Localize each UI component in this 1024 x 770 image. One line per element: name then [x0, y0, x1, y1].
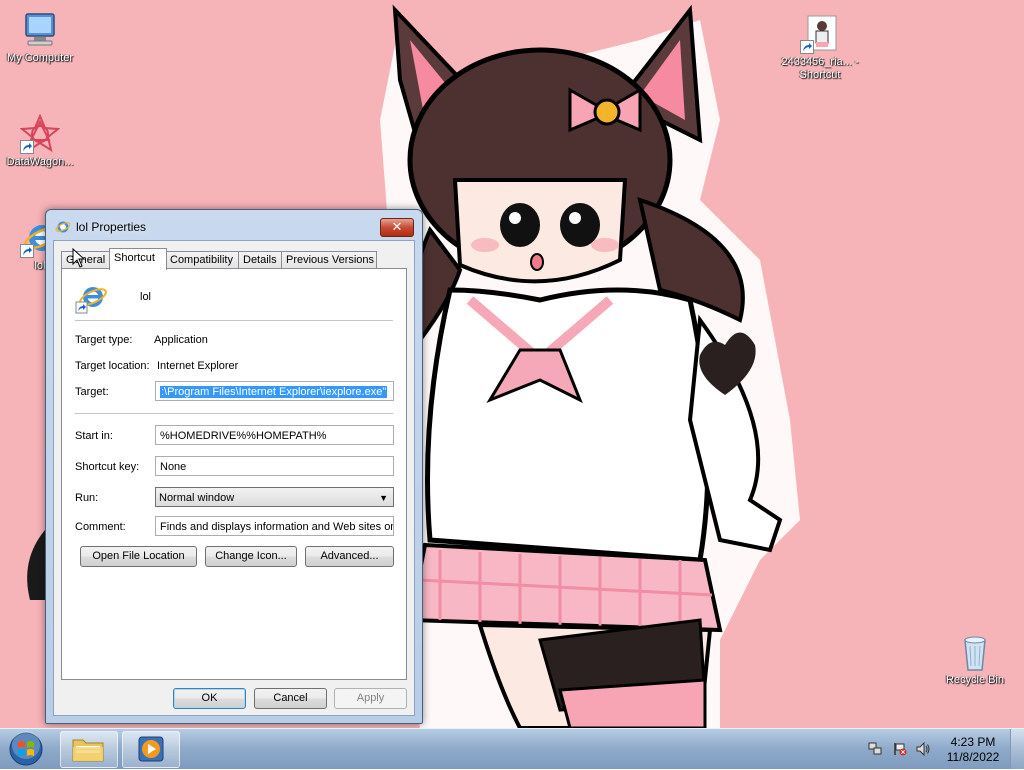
clock-date: 11/8/2022 [946, 750, 1000, 764]
action-center-flag-icon[interactable] [893, 742, 907, 756]
taskbar-explorer-button[interactable] [60, 731, 118, 768]
change-icon-button[interactable]: Change Icon... [205, 546, 297, 567]
shortcut-icon [75, 282, 107, 314]
mouse-cursor-icon [72, 248, 86, 268]
shortcut-arrow-icon [800, 40, 814, 54]
run-select[interactable]: Normal window ▼ [155, 487, 394, 507]
desktop-icon-label: DataWagon... [6, 156, 74, 168]
tab-compatibility[interactable]: Compatibility [165, 251, 240, 269]
taskbar: 4:23 PM 11/8/2022 [0, 728, 1024, 769]
shortcut-arrow-icon [20, 140, 34, 154]
shortcut-key-input[interactable]: None [155, 456, 394, 476]
ok-button[interactable]: OK [173, 688, 246, 709]
desktop-icon-datawagon[interactable]: DataWagon... [0, 113, 80, 169]
dialog-titlebar[interactable]: lol Properties ✕ [46, 210, 422, 240]
tab-previous-versions[interactable]: Previous Versions [281, 251, 377, 269]
start-in-input[interactable]: %HOMEDRIVE%%HOMEPATH% [155, 425, 394, 445]
dialog-title: lol Properties [76, 220, 147, 234]
target-location-label: Target location: [75, 360, 150, 372]
volume-icon[interactable] [916, 742, 930, 756]
desktop-icon-label: 2433456_ria... - Shortcut [781, 56, 859, 81]
image-file-icon [800, 14, 840, 54]
shortcut-tab-panel: lol Target type: Application Target loca… [61, 268, 407, 680]
shortcut-key-label: Shortcut key: [75, 461, 140, 473]
tab-details[interactable]: Details [238, 251, 283, 269]
datawagon-icon [19, 113, 61, 154]
run-label: Run: [75, 492, 99, 504]
advanced-button[interactable]: Advanced... [305, 546, 394, 567]
internet-explorer-icon [54, 219, 71, 235]
target-label: Target: [75, 386, 109, 398]
clock-time: 4:23 PM [950, 735, 996, 749]
computer-icon [20, 10, 60, 50]
target-input[interactable]: :\Program Files\Internet Explorer\iexplo… [155, 381, 394, 401]
properties-dialog[interactable]: lol Properties ✕ General Shortcut Compat… [45, 209, 423, 724]
desktop-icon-label: Recycle Bin [945, 674, 1005, 686]
recycle-bin-icon [955, 632, 995, 672]
comment-input[interactable]: Finds and displays information and Web s… [155, 516, 394, 536]
cancel-button[interactable]: Cancel [254, 688, 327, 709]
taskbar-media-player-button[interactable] [122, 731, 180, 768]
dialog-body: General Shortcut Compatibility Details P… [53, 240, 415, 716]
open-file-location-button[interactable]: Open File Location [80, 546, 197, 567]
desktop-icon-my-computer[interactable]: My Computer [0, 10, 80, 65]
tab-general[interactable]: General [61, 251, 113, 269]
run-selected-value: Normal window [159, 492, 235, 504]
network-icon[interactable] [868, 742, 882, 756]
target-value-selected: :\Program Files\Internet Explorer\iexplo… [160, 386, 388, 398]
start-button[interactable] [6, 731, 46, 767]
target-location-value: Internet Explorer [157, 360, 239, 372]
folder-icon [72, 739, 104, 762]
desktop-icon-image-shortcut[interactable]: 2433456_ria... - Shortcut [780, 14, 860, 82]
desktop-icon-label: My Computer [6, 52, 74, 64]
system-clock[interactable]: 4:23 PM 11/8/2022 [940, 735, 1006, 765]
start-in-label: Start in: [75, 430, 113, 442]
separator [75, 320, 393, 321]
target-type-value: Application [154, 334, 208, 346]
tab-shortcut[interactable]: Shortcut [109, 248, 167, 270]
apply-button[interactable]: Apply [334, 688, 407, 709]
chevron-down-icon: ▼ [379, 493, 388, 503]
shortcut-name: lol [140, 291, 152, 303]
close-button[interactable]: ✕ [380, 218, 414, 237]
media-player-icon [138, 736, 164, 762]
comment-label: Comment: [75, 521, 126, 533]
separator [75, 413, 393, 414]
target-type-label: Target type: [75, 334, 133, 346]
desktop-icon-recycle-bin[interactable]: Recycle Bin [935, 632, 1015, 687]
show-desktop-button[interactable] [1010, 729, 1024, 769]
shortcut-arrow-icon [20, 244, 34, 258]
